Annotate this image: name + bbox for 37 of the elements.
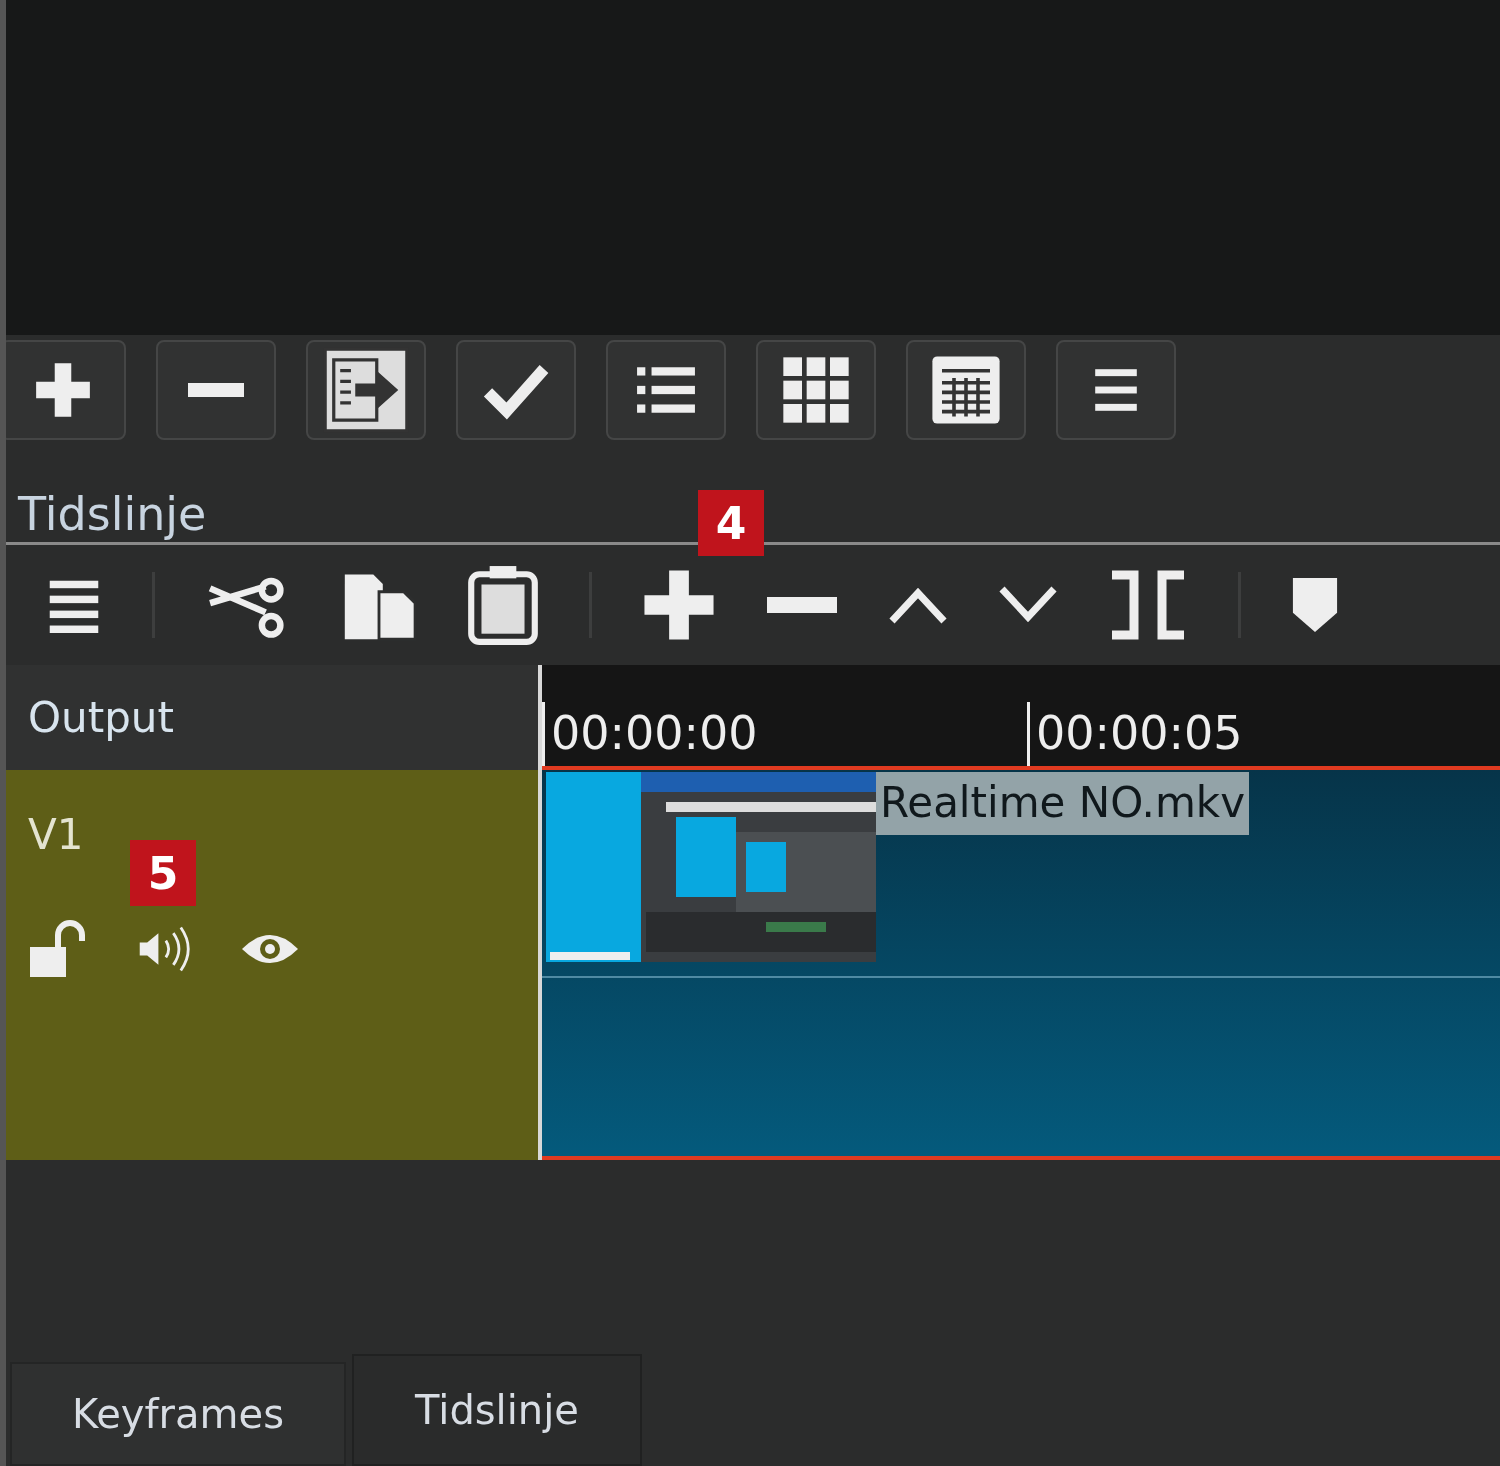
panel-tab[interactable]: Keyframes xyxy=(10,1362,346,1466)
callout-badge: 4 xyxy=(698,490,764,556)
remove-button[interactable] xyxy=(156,340,276,440)
up-button[interactable] xyxy=(888,585,948,625)
minus-icon xyxy=(185,383,247,397)
table-icon xyxy=(930,354,1002,426)
time-ruler[interactable]: 00:00:00 00:00:05 xyxy=(542,665,1500,770)
list-button[interactable] xyxy=(606,340,726,440)
chevron-down-icon xyxy=(998,585,1058,625)
remove-button[interactable] xyxy=(766,595,838,615)
output-label: Output xyxy=(28,693,174,742)
chevron-up-icon xyxy=(888,585,948,625)
paste-button[interactable] xyxy=(467,564,539,646)
track-name: V1 xyxy=(28,810,84,859)
clip-name: Realtime NO.mkv xyxy=(876,772,1249,835)
table-button[interactable] xyxy=(906,340,1026,440)
menu-button[interactable] xyxy=(1056,340,1176,440)
check-button[interactable] xyxy=(456,340,576,440)
add-button[interactable] xyxy=(6,340,126,440)
ruler-timecode: 00:00:00 xyxy=(542,702,1027,766)
clipboard-icon xyxy=(467,564,539,646)
plus-icon xyxy=(642,568,716,642)
marker-button[interactable] xyxy=(1291,576,1339,634)
track-header[interactable]: V1 5 xyxy=(6,770,538,1160)
ruler-timecode: 00:00:05 xyxy=(1027,702,1500,766)
grid-icon xyxy=(781,355,851,425)
callout-badge: 5 xyxy=(130,840,196,906)
panel-tab[interactable]: Tidslinje xyxy=(352,1354,642,1466)
grid-button[interactable] xyxy=(756,340,876,440)
minus-icon xyxy=(766,595,838,615)
down-button[interactable] xyxy=(998,585,1058,625)
marker-icon xyxy=(1291,576,1339,634)
add-button[interactable] xyxy=(642,568,716,642)
panel-title: Tidslinje xyxy=(18,486,207,542)
unlock-icon[interactable] xyxy=(28,919,88,979)
clip[interactable]: Realtime NO.mkv xyxy=(542,770,1500,1160)
export-button[interactable] xyxy=(306,340,426,440)
